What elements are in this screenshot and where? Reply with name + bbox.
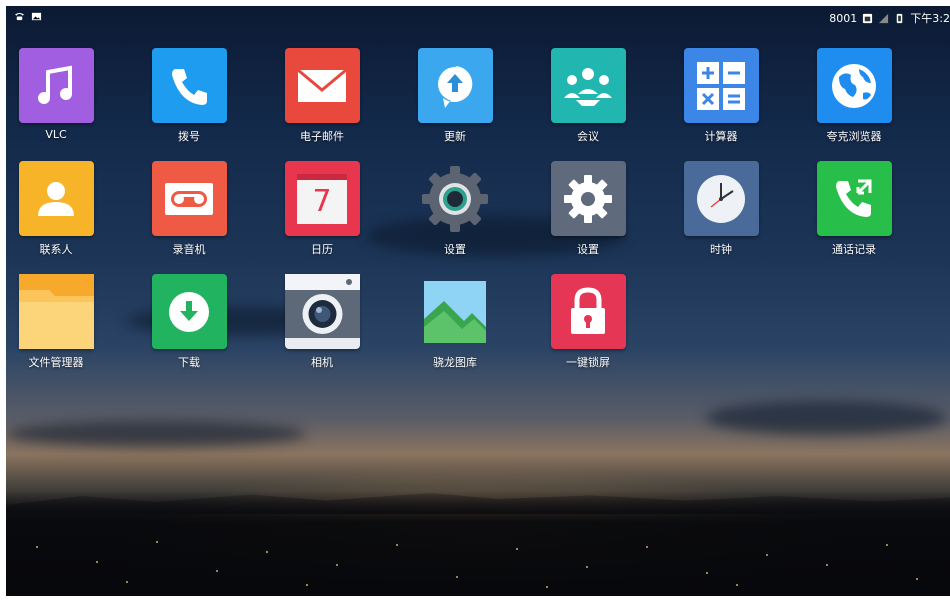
calendar-day: 7 — [312, 184, 332, 219]
phone-icon — [172, 68, 207, 105]
app-tile[interactable] — [683, 161, 759, 236]
app-label: 录音机 — [172, 243, 206, 256]
home-screen: 8001 下午3:2 VLC 拨号 电子邮件 更新 会议 计算器 夸克浏览器 联… — [6, 6, 950, 596]
app-meeting[interactable]: 会议 — [538, 48, 638, 144]
app-label: 下载 — [178, 356, 200, 369]
battery-icon — [897, 13, 903, 23]
app-tile[interactable] — [151, 161, 227, 236]
app-update[interactable]: 更新 — [405, 48, 505, 144]
app-recorder[interactable]: 录音机 — [139, 161, 239, 257]
app-tile[interactable] — [550, 274, 626, 349]
app-label: 更新 — [444, 130, 466, 143]
app-label: 会议 — [577, 130, 599, 143]
app-quark-browser[interactable]: 夸克浏览器 — [804, 48, 904, 144]
status-bar: 8001 下午3:2 — [6, 6, 950, 30]
contact-person-icon — [38, 181, 74, 216]
app-label: 相机 — [311, 356, 333, 369]
app-dialer[interactable]: 拨号 — [139, 48, 239, 144]
gear-icon — [422, 165, 488, 232]
app-tile[interactable] — [151, 48, 227, 123]
app-tile[interactable] — [151, 274, 227, 349]
app-tile[interactable] — [418, 274, 493, 349]
download-icon — [169, 291, 209, 332]
update-arrow-icon — [438, 65, 473, 108]
app-label: VLC — [45, 128, 67, 141]
app-tile[interactable] — [284, 48, 360, 123]
status-left-icons — [14, 11, 42, 22]
status-right: 8001 下午3:2 — [829, 10, 950, 26]
app-tile[interactable] — [18, 48, 94, 123]
wallpaper-city-lights — [6, 526, 950, 596]
sim-card-icon — [863, 13, 873, 23]
clock-icon — [697, 174, 745, 223]
wallpaper-cloud — [6, 421, 306, 447]
app-label: 联系人 — [39, 243, 73, 256]
app-tile[interactable] — [18, 161, 94, 236]
app-tile[interactable] — [550, 48, 626, 123]
app-label: 文件管理器 — [28, 356, 84, 369]
app-tile[interactable]: 7 — [284, 161, 360, 236]
app-tile[interactable] — [683, 48, 759, 123]
wallpaper-cloud — [706, 401, 946, 435]
app-tile[interactable] — [816, 161, 892, 236]
app-gallery[interactable]: 骁龙图库 — [405, 274, 505, 370]
app-label: 日历 — [311, 243, 333, 256]
app-call-log[interactable]: 通话记录 — [804, 161, 904, 257]
app-lock-screen[interactable]: 一键锁屏 — [538, 274, 638, 370]
music-note-icon — [38, 65, 72, 104]
calendar-icon: 7 — [297, 173, 347, 224]
app-vlc[interactable]: VLC — [6, 48, 106, 141]
app-clock[interactable]: 时钟 — [671, 161, 771, 257]
gear-icon — [564, 174, 612, 223]
app-label: 一键锁屏 — [566, 356, 610, 369]
call-log-icon — [836, 179, 872, 217]
app-tile[interactable] — [284, 274, 360, 349]
app-label: 时钟 — [710, 243, 732, 256]
phone-icon — [14, 12, 25, 21]
app-label: 通话记录 — [832, 243, 876, 256]
camera-icon — [284, 274, 360, 338]
app-label: 计算器 — [704, 130, 738, 143]
app-label: 电子邮件 — [300, 130, 344, 143]
app-contacts[interactable]: 联系人 — [6, 161, 106, 257]
app-email[interactable]: 电子邮件 — [272, 48, 372, 144]
app-settings[interactable]: 设置 — [538, 161, 638, 257]
app-label: 拨号 — [178, 130, 200, 143]
gallery-icon — [424, 280, 486, 343]
app-calendar[interactable]: 7 日历 — [272, 161, 372, 257]
app-label: 设置 — [577, 243, 599, 256]
app-tile[interactable] — [816, 48, 892, 123]
lock-icon — [571, 286, 605, 334]
app-calculator[interactable]: 计算器 — [671, 48, 771, 144]
signal-icon — [879, 13, 889, 23]
folder-icon — [18, 274, 94, 349]
app-settings-gear[interactable]: 设置 — [405, 161, 505, 257]
globe-icon — [832, 63, 876, 108]
app-label: 设置 — [444, 243, 466, 256]
app-tile[interactable] — [418, 161, 493, 236]
app-tile[interactable] — [550, 161, 626, 236]
meeting-people-icon — [564, 67, 612, 106]
app-camera[interactable]: 相机 — [272, 274, 372, 370]
app-tile[interactable] — [417, 48, 493, 123]
network-label: 8001 — [829, 11, 858, 25]
calculator-icon — [697, 61, 745, 110]
app-tile[interactable] — [18, 274, 94, 349]
clock-time: 下午3:2 — [910, 12, 950, 25]
app-file-manager[interactable]: 文件管理器 — [6, 274, 106, 370]
app-label: 骁龙图库 — [433, 356, 477, 369]
envelope-icon — [297, 68, 347, 102]
image-icon — [31, 12, 42, 21]
app-label: 夸克浏览器 — [826, 130, 882, 143]
cassette-icon — [165, 182, 213, 215]
app-download[interactable]: 下载 — [139, 274, 239, 370]
